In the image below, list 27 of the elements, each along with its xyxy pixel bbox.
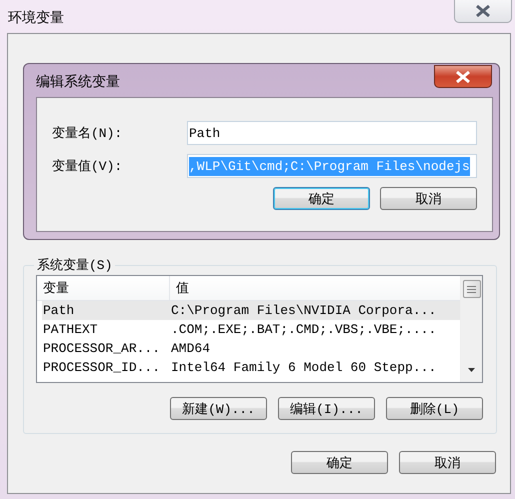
dialog-title: 编辑系统变量 [36, 73, 120, 91]
delete-button[interactable]: 删除(L) [386, 397, 483, 420]
list-row[interactable]: PROCESSOR_AR... AMD64 [42, 339, 460, 358]
scrollbar[interactable] [460, 276, 482, 382]
close-button[interactable] [434, 65, 492, 88]
input-field[interactable]: Path [187, 121, 477, 145]
variable-list[interactable]: 变量 值 Path C:\Program Files\NVIDIA Corpora... PATHEXT .COM;.EXE;.BAT;.CMD;.VBS;.VBE;.... PROCESSOR_AR... AMD64 PROCESSOR_ID... Intel64 Family 6 Model 60 Stepp... [36, 275, 483, 383]
edit-button[interactable]: 编辑(I)... [278, 397, 375, 420]
close-button[interactable] [454, 0, 512, 23]
cancel-button[interactable]: 取消 [380, 187, 477, 210]
ok-button[interactable]: 确定 [291, 451, 388, 474]
field-label: 变量名(N): [52, 125, 124, 142]
window-title: 环境变量 [8, 9, 64, 27]
new-button[interactable]: 新建(W)... [170, 397, 267, 420]
ok-button[interactable]: 确定 [273, 187, 370, 210]
close-icon [455, 70, 471, 82]
list-row[interactable]: PATHEXT .COM;.EXE;.BAT;.CMD;.VBS;.VBE;.... [42, 320, 460, 339]
scroll-thumb[interactable] [462, 280, 480, 298]
scroll-down-icon [468, 368, 475, 372]
column-header[interactable]: 值 [170, 276, 460, 300]
close-icon [475, 5, 491, 17]
group-title: 系统变量(S) [36, 257, 114, 274]
field-label: 变量值(V): [52, 158, 124, 175]
list-row[interactable]: Path C:\Program Files\NVIDIA Corpora... [42, 301, 460, 320]
cancel-button[interactable]: 取消 [399, 451, 496, 474]
list-row[interactable]: PROCESSOR_ID... Intel64 Family 6 Model 60 Stepp... [42, 358, 460, 377]
column-header[interactable]: 变量 [37, 276, 170, 300]
